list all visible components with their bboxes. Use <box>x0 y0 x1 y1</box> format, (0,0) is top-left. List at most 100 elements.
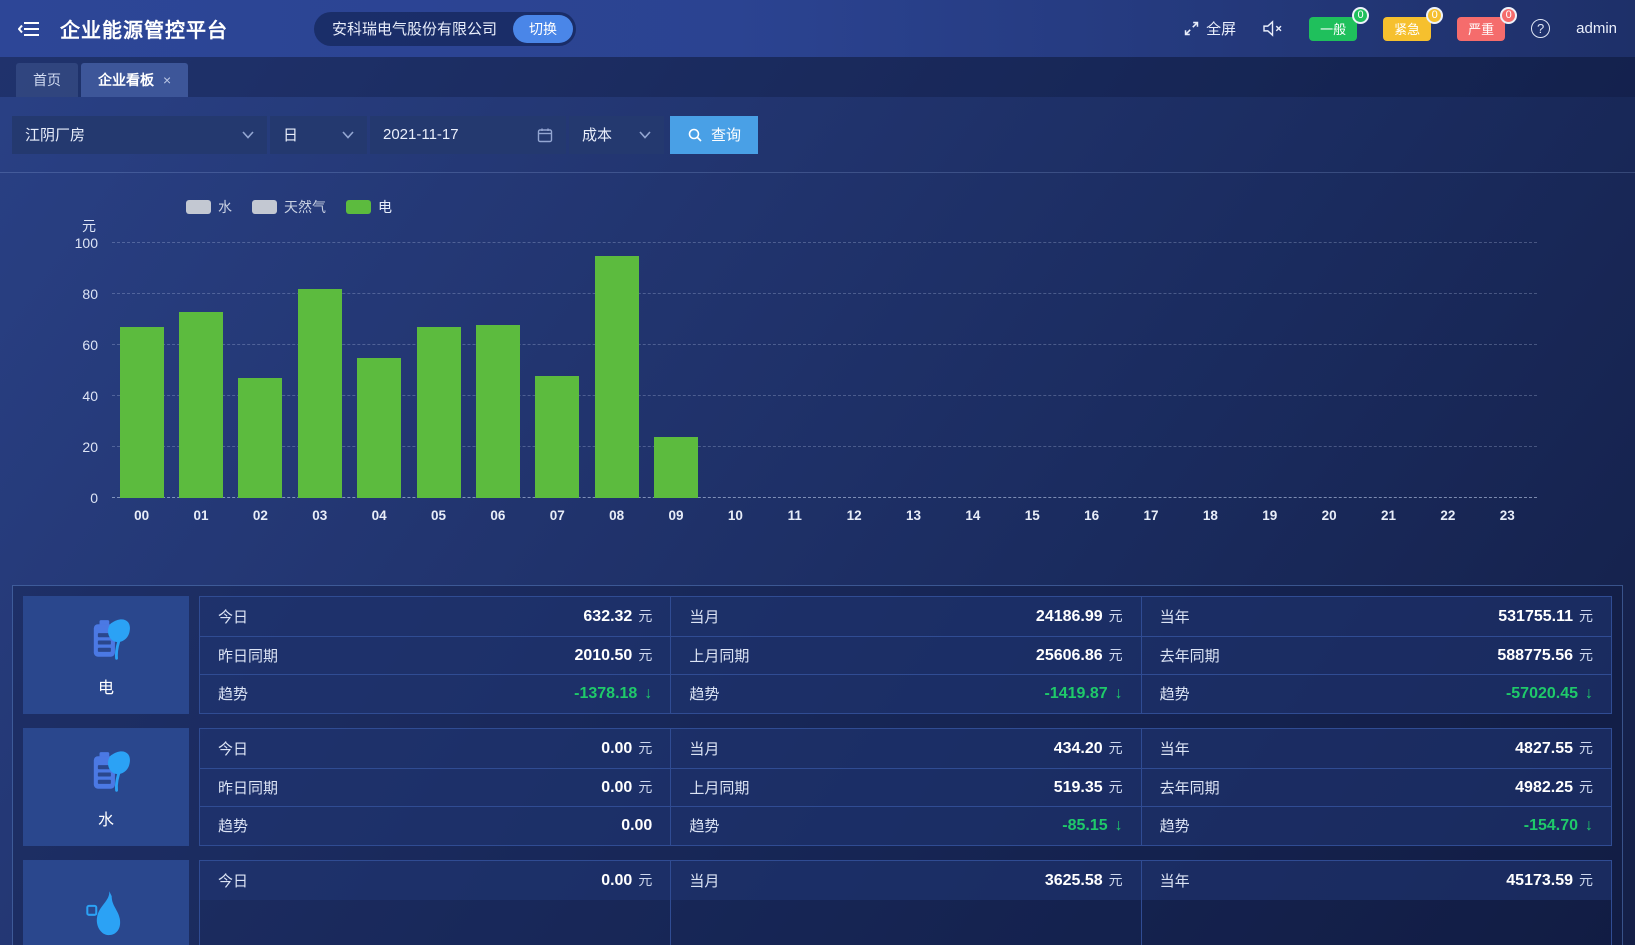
x-tick-16: 16 <box>1062 508 1121 523</box>
cell-value: 0.00 <box>601 740 632 758</box>
bar-电-08[interactable] <box>595 256 639 498</box>
x-tick-14: 14 <box>943 508 1002 523</box>
bar-slot-00 <box>112 243 171 498</box>
period-select[interactable]: 日 <box>270 116 367 154</box>
cell-value: 632.32 <box>583 608 632 626</box>
card-column: 当年4827.55元去年同期4982.25元趋势-154.70↓ <box>1141 729 1611 845</box>
x-tick-08: 08 <box>587 508 646 523</box>
bar-电-07[interactable] <box>535 376 579 498</box>
energy-card-电: 电今日632.32元昨日同期2010.50元趋势-1378.18↓当月24186… <box>23 596 1612 714</box>
y-tick-label: 100 <box>75 235 98 251</box>
x-tick-01: 01 <box>171 508 230 523</box>
alarm-badge-label: 紧急 <box>1394 19 1420 38</box>
bar-电-09[interactable] <box>654 437 698 498</box>
x-tick-02: 02 <box>231 508 290 523</box>
bar-电-02[interactable] <box>238 378 282 498</box>
site-select[interactable]: 江阴厂房 <box>12 116 267 154</box>
card-cell-今日: 今日0.00元 <box>200 861 670 900</box>
cell-value: -1419.87 <box>1044 685 1107 703</box>
card-cell-当年: 当年4827.55元 <box>1142 729 1611 768</box>
x-tick-19: 19 <box>1240 508 1299 523</box>
chevron-down-icon <box>242 131 254 139</box>
date-picker[interactable]: 2021-11-17 <box>370 116 566 154</box>
bar-电-00[interactable] <box>120 327 164 498</box>
card-cell-当月: 当月3625.58元 <box>671 861 1140 900</box>
fullscreen-button[interactable]: 全屏 <box>1183 18 1236 39</box>
tab-close-icon[interactable]: × <box>163 72 171 88</box>
bar-slot-12 <box>825 243 884 498</box>
x-tick-07: 07 <box>528 508 587 523</box>
legend-item-电[interactable]: 电 <box>346 197 392 217</box>
trend-down-arrow-icon: ↓ <box>1585 817 1593 835</box>
menu-collapse-icon[interactable] <box>18 20 40 38</box>
tab-企业看板[interactable]: 企业看板× <box>81 63 188 97</box>
bar-电-04[interactable] <box>357 358 401 498</box>
bar-slot-21 <box>1359 243 1418 498</box>
cell-value: 2010.50 <box>574 647 632 665</box>
y-tick-label: 80 <box>82 286 98 302</box>
legend-item-天然气[interactable]: 天然气 <box>252 197 326 217</box>
cell-value-group: 519.35元 <box>1054 777 1123 797</box>
alarm-badge-一般[interactable]: 一般0 <box>1309 17 1357 41</box>
trend-down-arrow-icon: ↓ <box>1585 685 1593 703</box>
calendar-icon <box>537 127 553 143</box>
metric-select[interactable]: 成本 <box>569 116 664 154</box>
chart-legend: 水天然气 电 <box>186 197 392 217</box>
alarm-badge-紧急[interactable]: 紧急0 <box>1383 17 1431 41</box>
cell-label: 当年 <box>1160 870 1190 891</box>
alarm-count-badge: 0 <box>1426 7 1443 24</box>
bar-电-03[interactable] <box>298 289 342 498</box>
bar-slot-20 <box>1300 243 1359 498</box>
energy-type-tile[interactable]: 电 <box>23 596 189 714</box>
legend-label: 电 <box>378 197 392 217</box>
card-cell-趋势: 趋势-57020.45↓ <box>1142 674 1611 713</box>
switch-company-button[interactable]: 切换 <box>513 15 573 43</box>
bar-电-01[interactable] <box>179 312 223 498</box>
bar-slot-18 <box>1181 243 1240 498</box>
cell-value: 0.00 <box>601 779 632 797</box>
cell-value-group: 4982.25元 <box>1515 777 1593 797</box>
cell-value: 24186.99 <box>1036 608 1103 626</box>
cell-value-group: -85.15↓ <box>1062 817 1122 835</box>
legend-item-水[interactable]: 水 <box>186 197 232 217</box>
cell-value: 434.20 <box>1054 740 1103 758</box>
cell-unit: 元 <box>638 870 652 890</box>
card-cell-当年: 当年531755.11元 <box>1142 597 1611 636</box>
cell-unit: 元 <box>1109 738 1123 758</box>
search-icon <box>687 127 703 143</box>
energy-type-tile[interactable] <box>23 860 189 945</box>
cell-value-group: 4827.55 元 <box>1515 738 1593 758</box>
card-cell-趋势: 趋势-1419.87↓ <box>671 674 1140 713</box>
query-button[interactable]: 查询 <box>670 116 758 154</box>
cell-unit: 元 <box>1579 777 1593 797</box>
help-icon[interactable]: ? <box>1531 19 1550 38</box>
card-column: 当年45173.59元 <box>1141 861 1611 945</box>
energy-type-tile[interactable]: 水 <box>23 728 189 846</box>
x-tick-17: 17 <box>1121 508 1180 523</box>
energy-card-table: 今日632.32元昨日同期2010.50元趋势-1378.18↓当月24186.… <box>199 596 1612 714</box>
cell-value-group: 0.00元 <box>601 777 652 797</box>
alarm-badge-严重[interactable]: 严重0 <box>1457 17 1505 41</box>
cell-unit: 元 <box>1579 738 1593 758</box>
chart-plot-area: 元 020406080100 <box>112 243 1537 498</box>
cell-value-group: 24186.99元 <box>1036 606 1123 626</box>
cell-value: 0.00 <box>601 872 632 890</box>
username[interactable]: admin <box>1576 20 1617 37</box>
bar-电-05[interactable] <box>417 327 461 498</box>
flame-icon <box>80 888 132 945</box>
bar-slot-07 <box>528 243 587 498</box>
mute-icon[interactable] <box>1262 20 1283 37</box>
bar-电-06[interactable] <box>476 325 520 498</box>
bar-slot-05 <box>409 243 468 498</box>
bar-slot-09 <box>646 243 705 498</box>
card-cell-当年: 当年45173.59元 <box>1142 861 1611 900</box>
x-tick-03: 03 <box>290 508 349 523</box>
cell-label: 趋势 <box>689 683 719 704</box>
bar-slot-08 <box>587 243 646 498</box>
bar-slot-13 <box>884 243 943 498</box>
cell-label: 今日 <box>218 738 248 759</box>
card-column: 今日0.00元 <box>200 861 670 945</box>
cell-value: 4827.55 <box>1515 740 1573 758</box>
tab-首页[interactable]: 首页 <box>16 63 78 97</box>
card-column: 当年531755.11元去年同期588775.56元趋势-57020.45↓ <box>1141 597 1611 713</box>
